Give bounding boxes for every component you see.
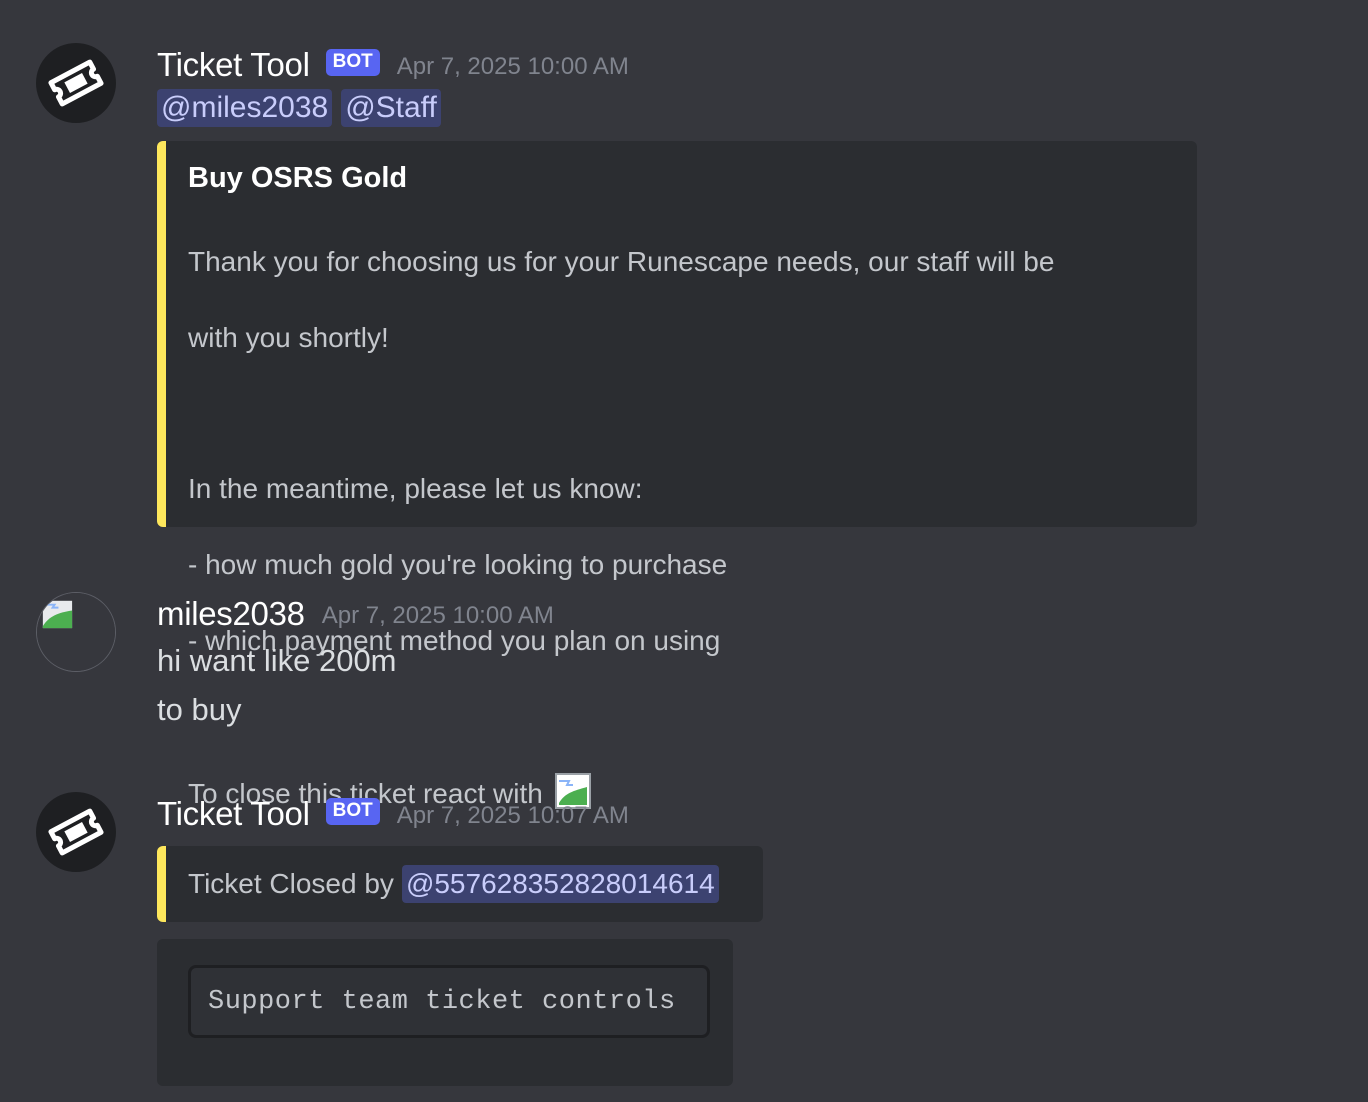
timestamp[interactable]: Apr 7, 2025 10:00 AM xyxy=(322,602,554,630)
embed: Ticket Closed by @557628352828014614 xyxy=(157,846,763,922)
message-content: Ticket Tool BOT Apr 7, 2025 10:07 AM xyxy=(157,794,629,834)
broken-image-icon xyxy=(37,593,115,671)
embed-text: Ticket Closed by xyxy=(188,868,394,899)
embed: Buy OSRS Gold Thank you for choosing us … xyxy=(157,141,1197,809)
role-mention[interactable]: @Staff xyxy=(341,89,441,127)
username[interactable]: miles2038 xyxy=(157,595,305,633)
embed-line: with you shortly! xyxy=(188,322,389,353)
ticket-icon xyxy=(48,59,104,107)
message-content: Ticket Tool BOT Apr 7, 2025 10:00 AM @mi… xyxy=(157,45,629,127)
username[interactable]: Ticket Tool xyxy=(157,46,310,84)
embed-line: Thank you for choosing us for your Runes… xyxy=(188,246,1055,277)
username[interactable]: Ticket Tool xyxy=(157,795,310,833)
chat-log: Ticket Tool BOT Apr 7, 2025 10:00 AM @mi… xyxy=(0,0,1368,1102)
user-mention[interactable]: @miles2038 xyxy=(157,89,333,127)
avatar[interactable] xyxy=(36,592,116,672)
message-header: miles2038 Apr 7, 2025 10:00 AM xyxy=(157,594,554,634)
message-header: Ticket Tool BOT Apr 7, 2025 10:00 AM xyxy=(157,45,629,85)
embed-line: - how much gold you're looking to purcha… xyxy=(188,549,728,580)
bot-badge: BOT xyxy=(325,48,380,76)
bot-badge: BOT xyxy=(325,797,380,825)
avatar[interactable] xyxy=(36,43,116,123)
message-content: miles2038 Apr 7, 2025 10:00 AM hi want l… xyxy=(157,594,554,734)
timestamp[interactable]: Apr 7, 2025 10:00 AM xyxy=(397,53,629,81)
support-team-controls-button[interactable]: Support team ticket controls xyxy=(188,965,710,1038)
embed-description: Thank you for choosing us for your Runes… xyxy=(188,205,1188,851)
user-mention[interactable]: @557628352828014614 xyxy=(401,865,719,903)
ticket-icon xyxy=(48,808,104,856)
timestamp[interactable]: Apr 7, 2025 10:07 AM xyxy=(397,802,629,830)
message-text: hi want like 200m xyxy=(157,643,397,678)
ticket-controls-panel: Support team ticket controls xyxy=(157,939,733,1086)
message-text: to buy xyxy=(157,692,242,727)
mentions-row: @miles2038 @Staff xyxy=(157,89,629,127)
avatar[interactable] xyxy=(36,792,116,872)
embed-title: Buy OSRS Gold xyxy=(188,162,408,194)
message-header: Ticket Tool BOT Apr 7, 2025 10:07 AM xyxy=(157,794,629,834)
embed-line: In the meantime, please let us know: xyxy=(188,473,643,504)
